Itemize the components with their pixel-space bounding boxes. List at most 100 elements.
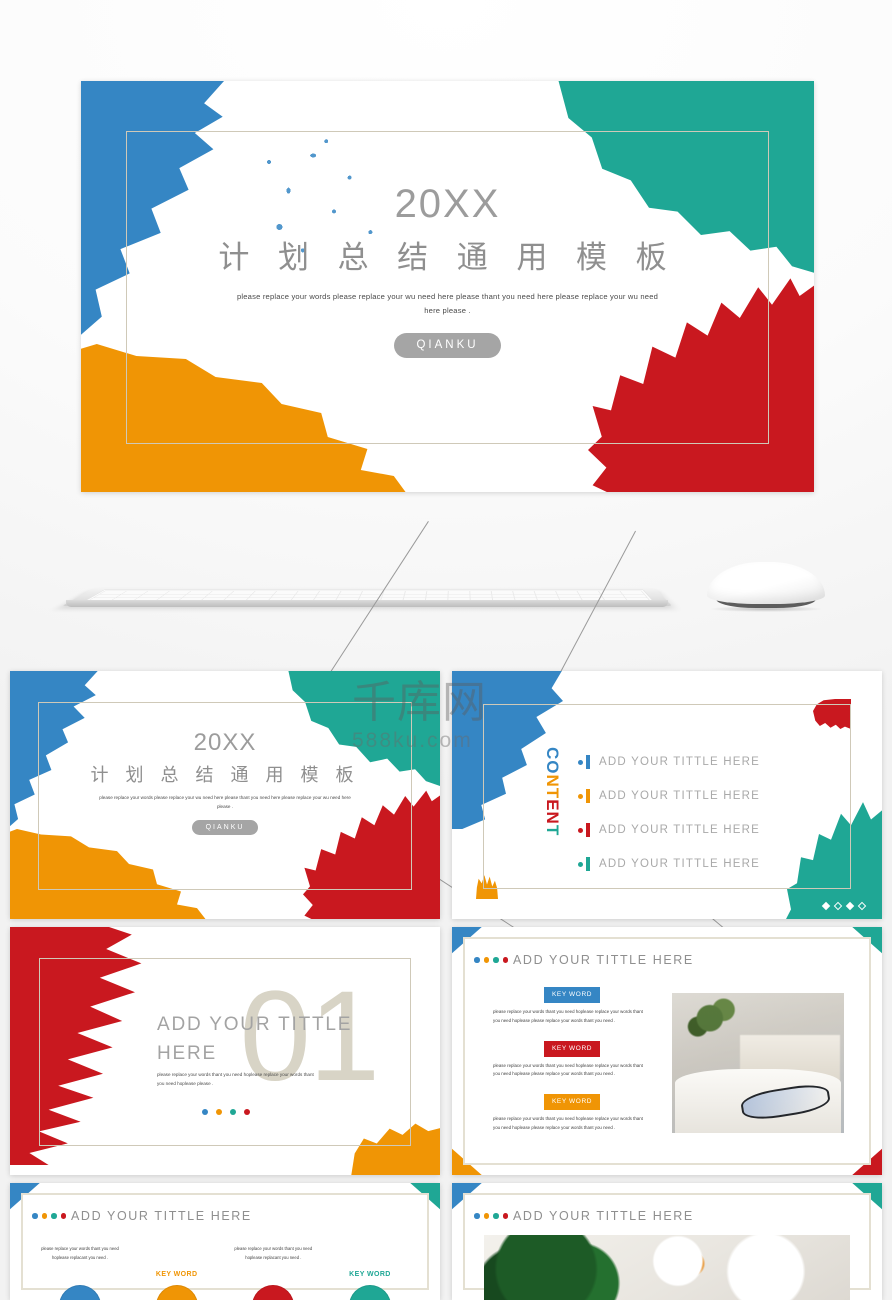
dot-blue-icon bbox=[32, 1213, 38, 1219]
hero-slide-preview[interactable]: 20XX 计 划 总 结 通 用 模 板 please replace your… bbox=[81, 81, 814, 492]
dot-red-icon bbox=[244, 1109, 250, 1115]
circle-item[interactable]: please replace your words thant you need… bbox=[36, 1245, 124, 1300]
circle-row: please replace your words thant you need… bbox=[36, 1245, 414, 1300]
hero-brand-badge[interactable]: QIANKU bbox=[394, 333, 501, 359]
content-item-label: ADD YOUR TITTLE HERE bbox=[599, 756, 760, 768]
hero-subtitle: please replace your words please replace… bbox=[236, 292, 659, 316]
diamond-filled-icon bbox=[845, 901, 855, 911]
circle-item[interactable]: KEY WORD bbox=[133, 1245, 221, 1300]
circle-body-text: please replace your words thant you need… bbox=[41, 1246, 119, 1260]
dot-orange-icon bbox=[483, 957, 489, 963]
dot-green-icon bbox=[493, 957, 499, 963]
dot-red-icon bbox=[502, 957, 508, 963]
slide-photo-breakfast bbox=[484, 1235, 850, 1300]
content-item-list: ADD YOUR TITTLE HERE ADD YOUR TITTLE HER… bbox=[578, 745, 760, 881]
thumbnail-photo-slide[interactable]: ADD YOUR TITTLE HERE bbox=[452, 1183, 882, 1300]
circle-body-text bbox=[133, 1245, 221, 1271]
content-letter: N bbox=[543, 811, 562, 825]
content-letter: O bbox=[543, 760, 562, 775]
content-list-item[interactable]: ADD YOUR TITTLE HERE bbox=[578, 847, 760, 881]
keyword-body-text: please replace your words thant you need… bbox=[493, 1116, 643, 1131]
circle-keyword: KEY WORD bbox=[349, 1271, 391, 1278]
content-letter: T bbox=[543, 824, 562, 837]
content-letter: N bbox=[543, 774, 562, 788]
section-dot-row bbox=[202, 1109, 250, 1115]
heading-label: ADD YOUR TITTLE HERE bbox=[513, 953, 694, 967]
thumbnail-content-slide[interactable]: CONTENT ADD YOUR TITTLE HERE ADD YOUR TI… bbox=[452, 671, 882, 919]
brush-stroke-orange-icon bbox=[476, 875, 498, 899]
keyword-chip[interactable]: KEY WORD bbox=[544, 1040, 600, 1057]
dot-blue-icon bbox=[474, 1213, 480, 1219]
bullet-bar-icon bbox=[586, 789, 590, 803]
dot-blue-icon bbox=[474, 957, 480, 963]
heading-label: ADD YOUR TITTLE HERE bbox=[513, 1209, 694, 1223]
content-letter: E bbox=[543, 799, 562, 812]
circle-keyword bbox=[36, 1271, 124, 1285]
content-item-label: ADD YOUR TITTLE HERE bbox=[599, 824, 760, 836]
bullet-bar-icon bbox=[586, 823, 590, 837]
bullet-bar-icon bbox=[586, 755, 590, 769]
section-title: ADD YOUR TITTLE HERE bbox=[157, 1014, 353, 1064]
photo-background bbox=[484, 1235, 850, 1300]
thumb-subtitle: please replace your words please replace… bbox=[99, 795, 351, 809]
keyword-group: KEY WORD please replace your words thant… bbox=[493, 1094, 651, 1133]
content-list-item[interactable]: ADD YOUR TITTLE HERE bbox=[578, 745, 760, 779]
dot-red-icon bbox=[60, 1213, 66, 1219]
brush-stroke-green-icon bbox=[785, 802, 882, 919]
heading-dot-row bbox=[32, 1213, 66, 1219]
heading-label: ADD YOUR TITTLE HERE bbox=[71, 1209, 252, 1223]
slide-heading: ADD YOUR TITTLE HERE bbox=[32, 1209, 252, 1223]
thumb-year: 20XX bbox=[193, 729, 257, 756]
brush-stroke-orange-icon bbox=[10, 829, 207, 919]
heading-dot-row bbox=[474, 1213, 508, 1219]
circle-item[interactable]: KEY WORD bbox=[326, 1245, 414, 1300]
content-vertical-label: CONTENT bbox=[543, 747, 562, 837]
brush-stroke-orange-icon bbox=[351, 1123, 440, 1175]
dot-blue-icon bbox=[202, 1109, 208, 1115]
thumb-text-block: 20XX 计 划 总 结 通 用 模 板 please replace your… bbox=[10, 729, 440, 836]
keyword-body-text: please replace your words thant you need… bbox=[493, 1062, 643, 1077]
circle-item[interactable]: please replace your words thant you need… bbox=[229, 1245, 317, 1300]
content-letter: C bbox=[543, 747, 562, 761]
thumbnail-four-circle-slide[interactable]: ADD YOUR TITTLE HERE please replace your… bbox=[10, 1183, 440, 1300]
bullet-dot-icon bbox=[578, 861, 583, 867]
bullet-bar-icon bbox=[586, 857, 590, 871]
slide-heading: ADD YOUR TITTLE HERE bbox=[474, 953, 694, 967]
content-item-label: ADD YOUR TITTLE HERE bbox=[599, 790, 760, 802]
keyword-chip[interactable]: KEY WORD bbox=[544, 1094, 600, 1111]
slide-photo-book bbox=[672, 993, 844, 1133]
dot-red-icon bbox=[502, 1213, 508, 1219]
keyword-group: KEY WORD please replace your words thant… bbox=[493, 1040, 651, 1080]
thumb-brand-badge[interactable]: QIANKU bbox=[191, 820, 259, 836]
section-body-text: please replace your words thant you need… bbox=[157, 1072, 314, 1087]
keyword-column: KEY WORD please replace your words thant… bbox=[493, 987, 651, 1148]
bullet-dot-icon bbox=[578, 793, 583, 799]
content-list-item[interactable]: ADD YOUR TITTLE HERE bbox=[578, 779, 760, 813]
mouse-body bbox=[707, 562, 825, 604]
circle-body-text: please replace your words thant you need… bbox=[234, 1246, 313, 1260]
content-item-label: ADD YOUR TITTLE HERE bbox=[599, 858, 760, 870]
dot-orange-icon bbox=[41, 1213, 47, 1219]
content-list-item[interactable]: ADD YOUR TITTLE HERE bbox=[578, 813, 760, 847]
hero-text-block: 20XX 计 划 总 结 通 用 模 板 please replace your… bbox=[81, 182, 814, 359]
dot-green-icon bbox=[51, 1213, 57, 1219]
brush-stroke-red-icon bbox=[10, 927, 142, 1165]
circle-keyword: KEY WORD bbox=[155, 1271, 198, 1278]
keyword-chip[interactable]: KEY WORD bbox=[544, 987, 600, 1003]
keyword-group: KEY WORD please replace your words thant… bbox=[493, 987, 651, 1026]
thumbnail-section-divider-slide[interactable]: 01 ADD YOUR TITTLE HERE please replace y… bbox=[10, 927, 440, 1175]
thumbnail-keyword-photo-slide[interactable]: ADD YOUR TITTLE HERE KEY WORD please rep… bbox=[452, 927, 882, 1175]
circle-shape bbox=[252, 1285, 295, 1300]
dot-green-icon bbox=[493, 1213, 499, 1219]
bullet-dot-icon bbox=[578, 759, 583, 765]
mouse-mockup bbox=[707, 562, 825, 612]
brush-stroke-orange-icon bbox=[81, 344, 407, 492]
bullet-dot-icon bbox=[578, 827, 583, 833]
circle-body-text bbox=[326, 1245, 414, 1271]
thumb-title: 计 划 总 结 通 用 模 板 bbox=[90, 765, 360, 785]
keyword-body-text: please replace your words thant you need… bbox=[493, 1009, 643, 1023]
thumbnail-title-slide[interactable]: 20XX 计 划 总 结 通 用 模 板 please replace your… bbox=[10, 671, 440, 919]
diamond-hollow-icon bbox=[833, 901, 843, 911]
circle-keyword bbox=[229, 1271, 317, 1285]
hero-year: 20XX bbox=[394, 182, 501, 226]
